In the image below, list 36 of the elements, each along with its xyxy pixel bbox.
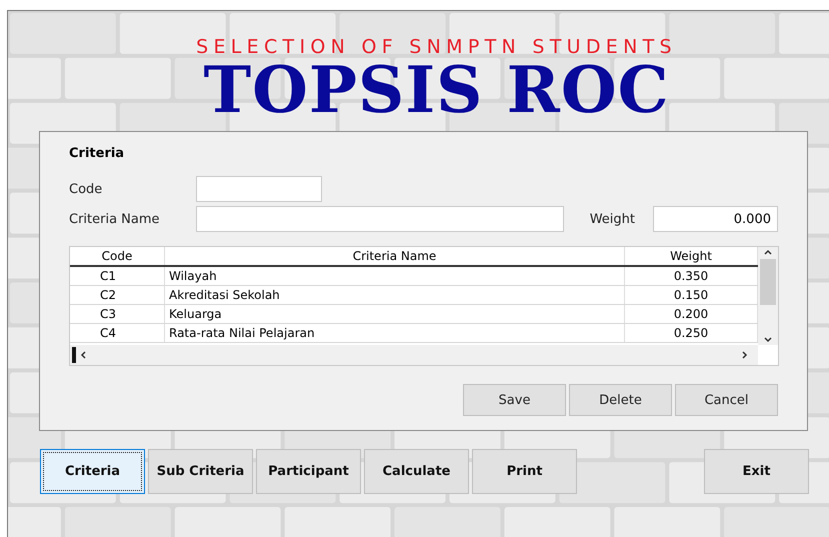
exit-button[interactable]: Exit <box>704 449 809 494</box>
action-button[interactable]: Save <box>463 384 566 416</box>
nav-button[interactable]: Participant <box>256 449 361 494</box>
nav-button[interactable]: Criteria <box>40 449 145 494</box>
weight-field[interactable]: 0.000 <box>653 206 778 232</box>
scroll-thumb[interactable] <box>760 259 776 305</box>
table-cell: Rata-rata Nilai Pelajaran <box>165 324 625 342</box>
chevron-right-icon[interactable] <box>740 350 750 360</box>
chevron-down-icon[interactable] <box>763 335 773 345</box>
table-cell: C2 <box>70 286 165 304</box>
nav-button[interactable]: Print <box>472 449 577 494</box>
action-button[interactable]: Delete <box>569 384 672 416</box>
column-header[interactable]: Code <box>70 247 165 265</box>
chevron-left-icon[interactable] <box>78 350 88 360</box>
horizontal-scrollbar[interactable] <box>70 345 758 365</box>
chevron-up-icon[interactable] <box>763 247 773 257</box>
table-cell: C3 <box>70 305 165 323</box>
code-label: Code <box>69 182 104 196</box>
section-title: Criteria <box>69 146 126 163</box>
nav-button[interactable]: Sub Criteria <box>148 449 253 494</box>
weight-label: Weight <box>590 212 635 226</box>
table-cell: Keluarga <box>165 305 625 323</box>
table-cell: Wilayah <box>165 267 625 285</box>
cursor-icon <box>72 347 76 363</box>
nav-button[interactable]: Calculate <box>364 449 469 494</box>
app-title: TOPSIS ROC <box>203 55 670 127</box>
code-field[interactable] <box>196 176 322 202</box>
table-cell: C1 <box>70 267 165 285</box>
table-cell: Akreditasi Sekolah <box>165 286 625 304</box>
table-cell: C4 <box>70 324 165 342</box>
criteria-name-field[interactable] <box>196 206 564 232</box>
criteria-name-label: Criteria Name <box>69 212 161 226</box>
column-header[interactable]: Criteria Name <box>165 247 625 265</box>
action-button[interactable]: Cancel <box>675 384 778 416</box>
vertical-scrollbar[interactable] <box>758 247 778 345</box>
subtitle: SELECTION OF SNMPTN STUDENTS <box>196 36 677 58</box>
